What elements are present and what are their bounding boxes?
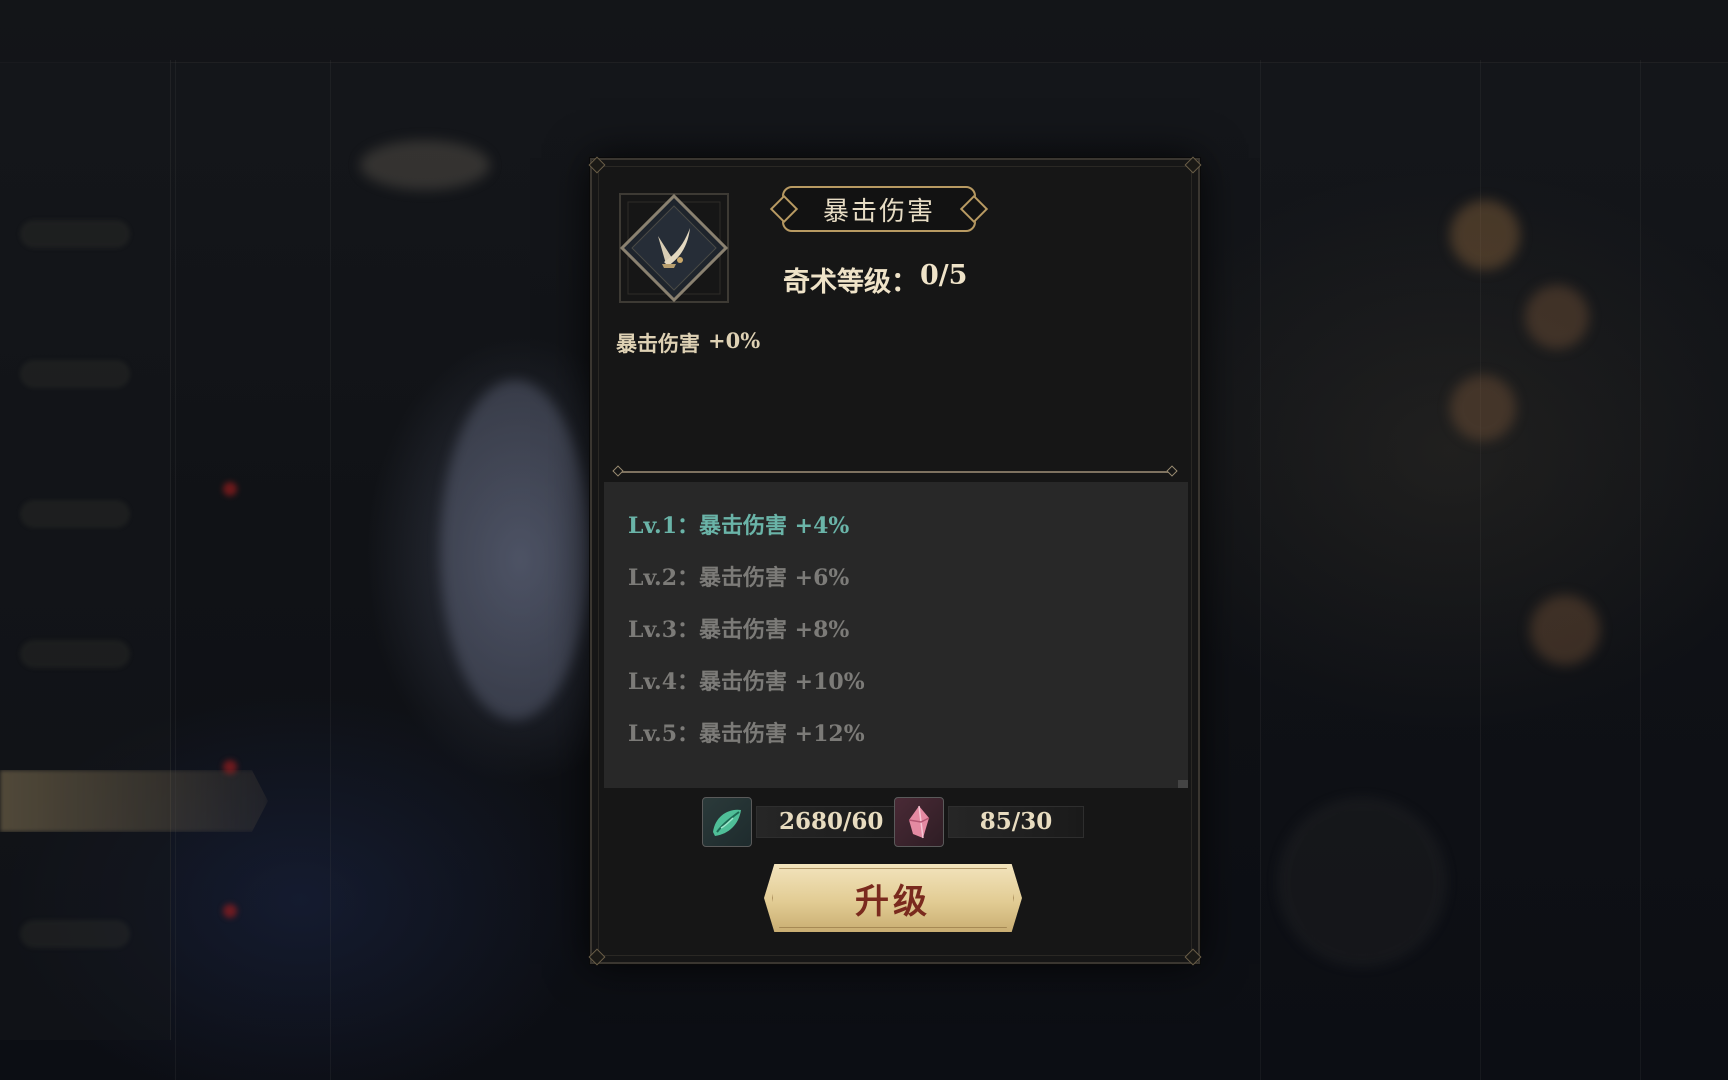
skill-level-value: 0/5	[920, 260, 968, 291]
cost-material-2: 85/30	[894, 796, 1084, 848]
list-scrollbar[interactable]	[1178, 780, 1188, 788]
upgrade-button[interactable]: 升级	[764, 864, 1022, 932]
level-row-1: Lv.1： 暴击伤害 +4%	[628, 508, 849, 540]
pink-crystal-material-icon[interactable]	[894, 797, 944, 847]
section-divider	[612, 465, 1178, 477]
level-effect: 暴击伤害 +6%	[699, 565, 850, 591]
level-label: Lv.2：	[628, 565, 700, 591]
cost-value-2: 85/30	[948, 806, 1084, 838]
corner-ornament	[588, 156, 606, 174]
level-row-3: Lv.3： 暴击伤害 +8%	[628, 612, 849, 644]
level-effect: 暴击伤害 +8%	[699, 617, 850, 643]
current-effect: 暴击伤害 +0%	[616, 328, 760, 358]
level-label: Lv.5：	[628, 721, 700, 747]
green-leaf-material-icon[interactable]	[702, 797, 752, 847]
skill-title-plate: 暴击伤害	[769, 186, 989, 232]
current-effect-name: 暴击伤害	[616, 331, 700, 356]
cost-value-1: 2680/60	[756, 806, 907, 838]
skill-name: 暴击伤害	[822, 196, 935, 227]
level-row-2: Lv.2： 暴击伤害 +6%	[628, 560, 849, 592]
level-label: Lv.3：	[628, 617, 700, 643]
game-screen: 暴击伤害 奇术等级： 0/5 暴击伤害 +0% Lv.1： 暴击伤害 +4% L…	[0, 0, 1728, 1080]
skill-level-label: 奇术等级：	[783, 267, 918, 298]
background-sidebar	[0, 60, 171, 1040]
current-effect-value: +0%	[708, 328, 761, 353]
level-label: Lv.4：	[628, 669, 700, 695]
skill-level: 奇术等级： 0/5	[783, 260, 967, 299]
upgrade-button-label: 升级	[855, 882, 931, 921]
level-effect: 暴击伤害 +4%	[699, 513, 850, 539]
cost-material-1: 2680/60	[702, 796, 907, 848]
level-effect: 暴击伤害 +12%	[699, 721, 865, 747]
level-row-5: Lv.5： 暴击伤害 +12%	[628, 716, 865, 748]
level-effect: 暴击伤害 +10%	[699, 669, 865, 695]
level-row-4: Lv.4： 暴击伤害 +10%	[628, 664, 865, 696]
background-sidebar-active-tab	[0, 770, 268, 832]
skill-detail-panel: 暴击伤害 奇术等级： 0/5 暴击伤害 +0% Lv.1： 暴击伤害 +4% L…	[588, 156, 1202, 966]
crossed-blades-icon	[614, 188, 734, 308]
level-label: Lv.1：	[628, 513, 700, 539]
level-effects-list[interactable]: Lv.1： 暴击伤害 +4% Lv.2： 暴击伤害 +6% Lv.3： 暴击伤害…	[604, 482, 1188, 788]
background-glow	[440, 380, 590, 720]
background-top-bar	[0, 0, 1728, 63]
